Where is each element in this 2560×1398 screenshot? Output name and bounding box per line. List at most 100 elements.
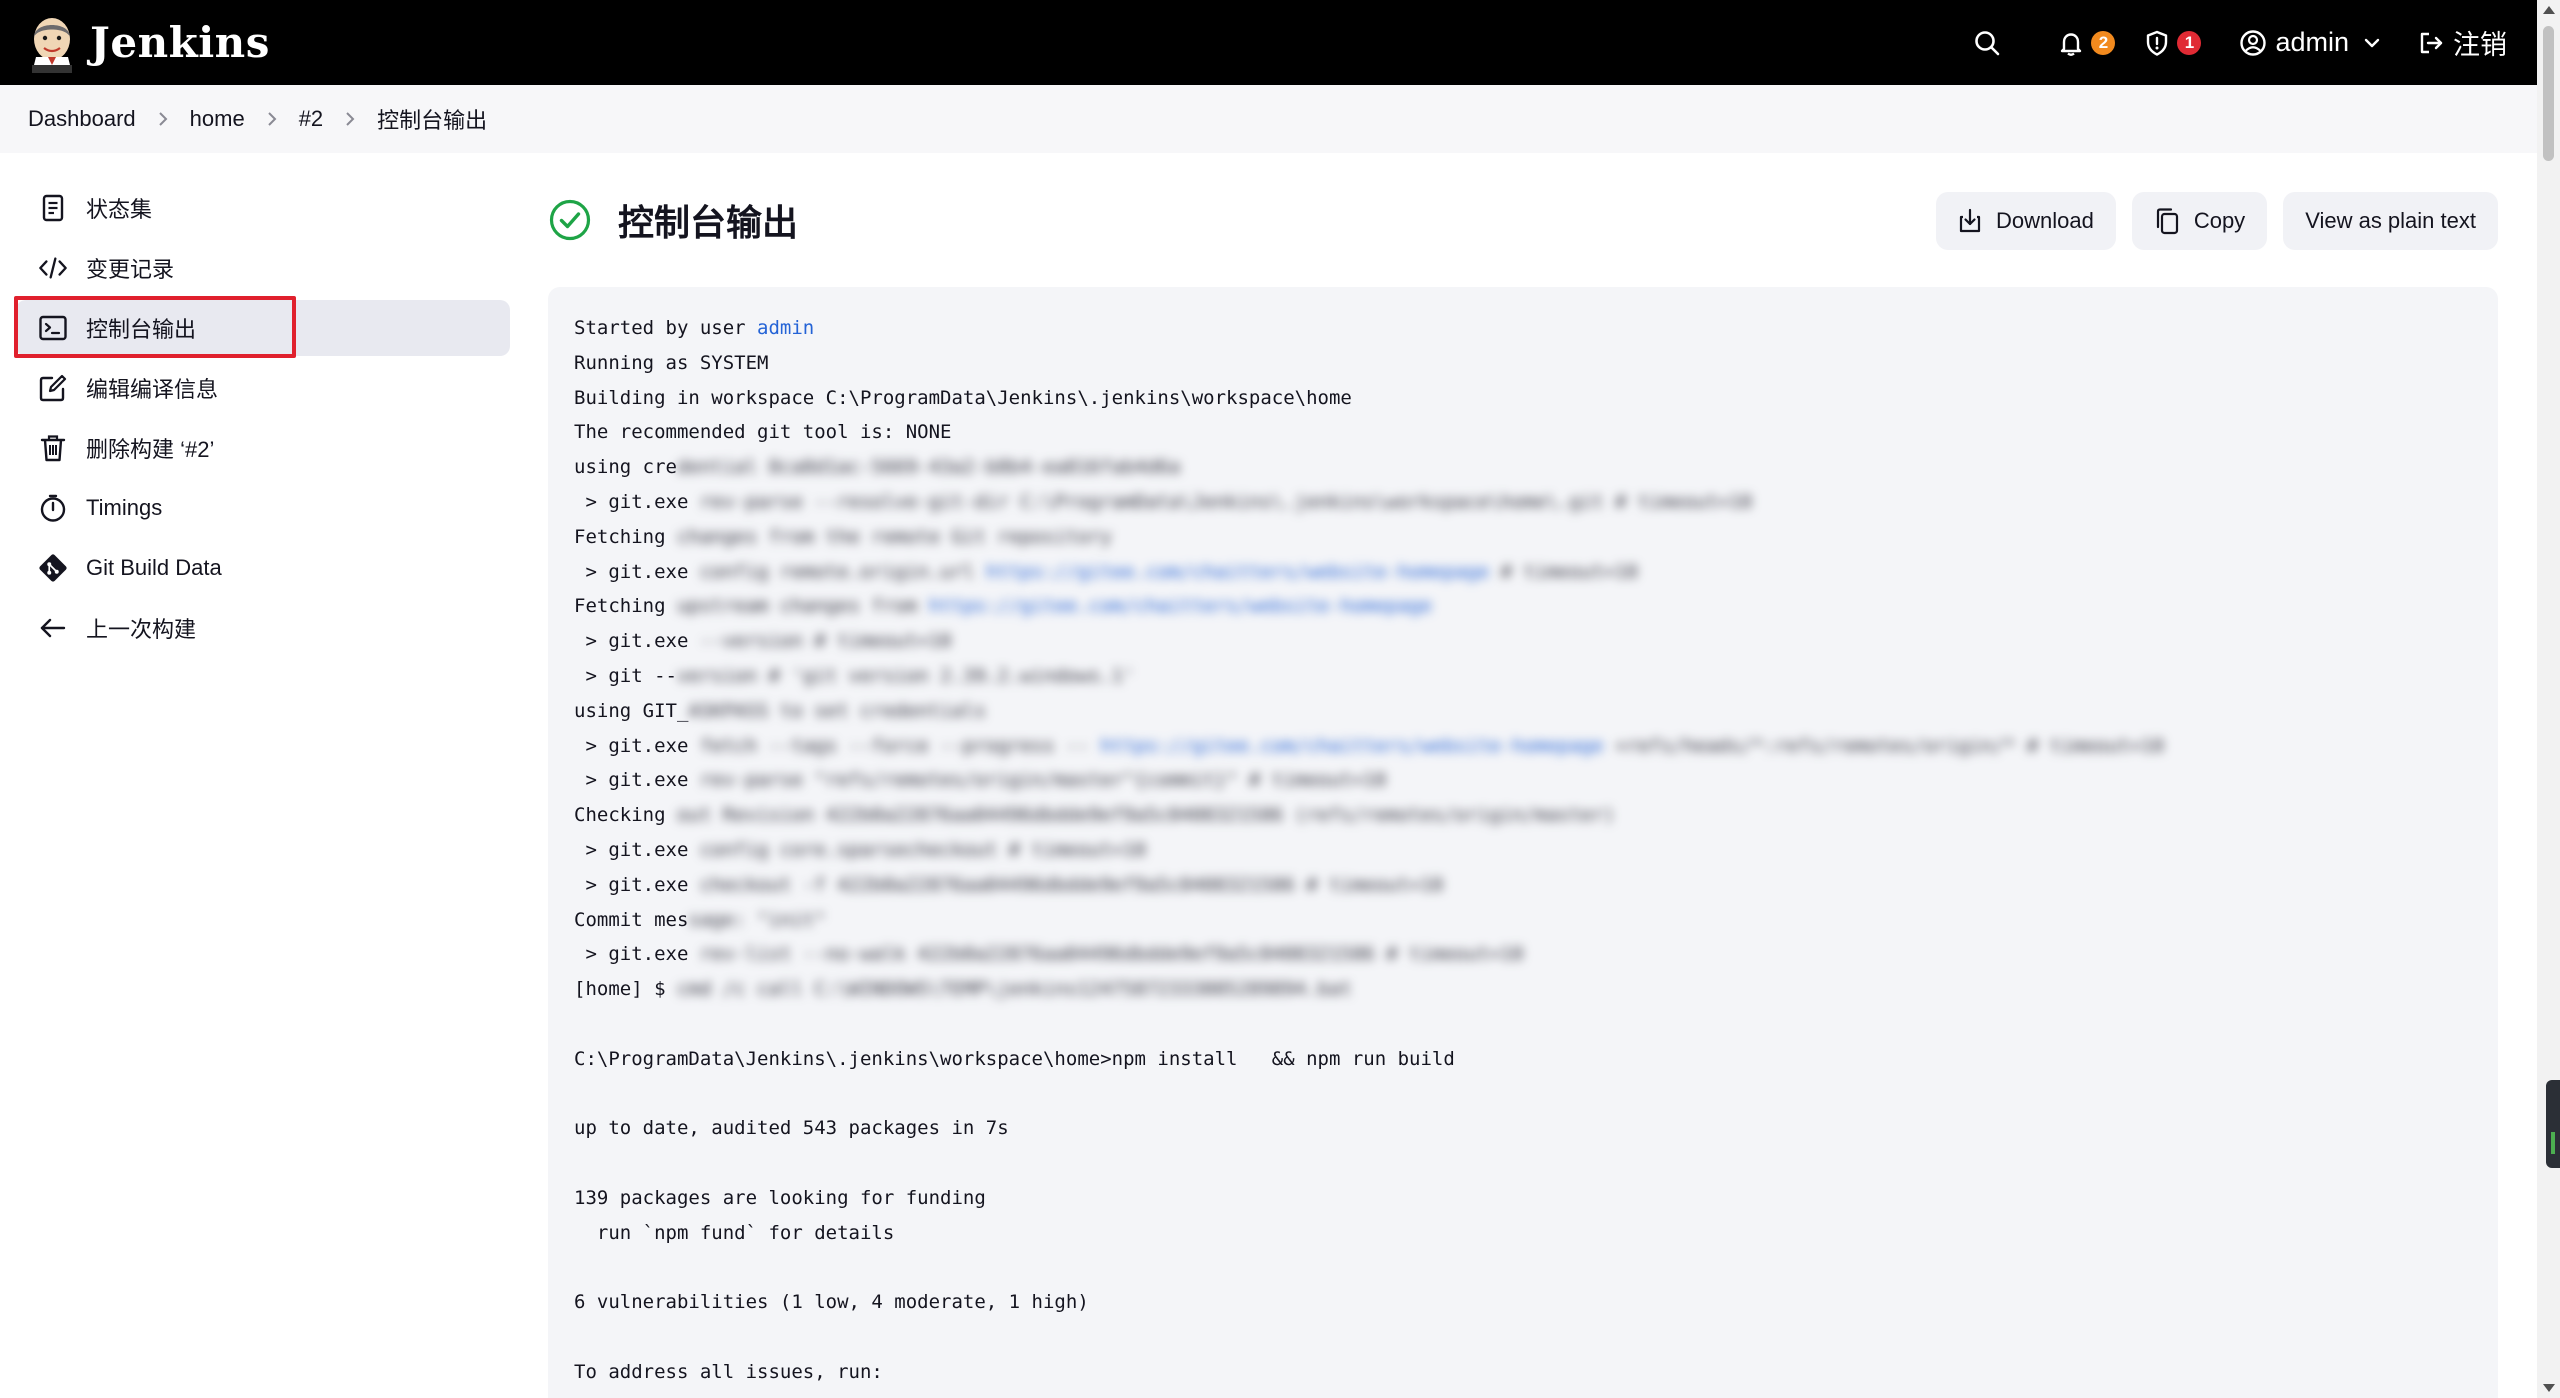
page-scrollbar[interactable] [2537, 0, 2560, 1398]
breadcrumb-dashboard[interactable]: Dashboard [28, 106, 136, 132]
sidebar-item-timings[interactable]: Timings [16, 480, 510, 536]
brand[interactable]: Jenkins [28, 0, 270, 85]
console-line: > git.exe --version # timeout=10 [574, 624, 2472, 659]
console-blurred-link[interactable]: https://gitee.com/chaitters/website-home… [929, 595, 1432, 617]
console-blurred-text: rev-parse --resolve-git-dir C:\ProgramDa… [688, 490, 1753, 513]
sidebar: 状态集 变更记录 控制台输出 编辑编译信息 删除构建 ‘#2’ Timings [14, 180, 510, 660]
console-line: Fetching changes from the remote Git rep… [574, 520, 2472, 555]
console-text: > git.exe [574, 630, 689, 653]
sidebar-item-previous-build[interactable]: 上一次构建 [16, 600, 510, 656]
console-text: Checking [574, 804, 677, 827]
breadcrumb-home[interactable]: home [190, 106, 245, 132]
console-blurred-text: fetch --tags --force --progress -- [688, 734, 1101, 757]
console-line: Fetching upstream changes from https://g… [574, 589, 2472, 624]
edit-icon [38, 373, 68, 403]
sidebar-item-git-build-data[interactable]: Git Build Data [16, 540, 510, 596]
console-line: using credential 8ca8d1ac-5669-43a2-b8b4… [574, 450, 2472, 485]
console-line: 139 packages are looking for funding [574, 1181, 2472, 1216]
scroll-up-arrow-icon[interactable] [2543, 6, 2555, 14]
page-title: 控制台输出 [618, 202, 799, 243]
console-blurred-text: ASKPASS to set credentials [688, 699, 986, 722]
breadcrumb-console[interactable]: 控制台输出 [377, 103, 487, 135]
console-text: [home] $ [574, 978, 677, 1001]
console-text: > git.exe [574, 734, 689, 757]
console-line: Running as SYSTEM [574, 346, 2472, 381]
console-line: > git.exe rev-parse "refs/remotes/origin… [574, 763, 2472, 798]
copy-label: Copy [2193, 208, 2246, 233]
trash-icon [38, 433, 68, 463]
console-blurred-link[interactable]: https://gitee.com/chaitters/website-home… [1100, 735, 1603, 757]
sidebar-item-label: 控制台输出 [86, 317, 197, 342]
console-text: The recommended git tool is: NONE [574, 421, 952, 444]
console-blurred-text: --version # timeout=10 [688, 630, 952, 653]
sidebar-item-label: 删除构建 ‘#2’ [86, 437, 215, 462]
console-text: Building in workspace C:\ProgramData\Jen… [574, 386, 1352, 409]
scroll-thumb[interactable] [2543, 26, 2554, 161]
sidebar-item-console-output[interactable]: 控制台输出 [14, 296, 510, 358]
username: admin [2275, 27, 2349, 57]
sidebar-item-label: Git Build Data [86, 555, 222, 580]
console-text: Started by user [574, 317, 758, 339]
console-line: The recommended git tool is: NONE [574, 415, 2472, 450]
console-blurred-text: cmd /c call C:\WINDOWS\TEMP\jenkins12475… [676, 978, 1352, 1001]
arrow-left-icon [38, 613, 68, 643]
notifications-button[interactable]: 2 [2057, 0, 2116, 85]
console-text: > git -- [574, 664, 677, 687]
console-line: run `npm fund` for details [574, 1216, 2472, 1251]
download-label: Download [1995, 208, 2094, 233]
console-line: > git.exe config remote.origin.url https… [574, 555, 2472, 590]
console-blurred-text: config core.sparsecheckout # timeout=10 [688, 838, 1146, 861]
chevron-right-icon [265, 110, 279, 128]
console-user-link[interactable]: admin [757, 317, 814, 339]
search-icon [1975, 30, 2000, 55]
scroll-down-arrow-icon[interactable] [2543, 1384, 2555, 1392]
sidebar-item-status[interactable]: 状态集 [16, 180, 510, 236]
console-blurred-text: sage: "init" [688, 908, 826, 931]
console-text: > git.exe [574, 490, 689, 513]
console-text: Fetching [574, 595, 677, 618]
code-icon [38, 253, 68, 283]
chevron-down-icon [2364, 38, 2380, 47]
sidebar-item-label: 编辑编译信息 [86, 377, 219, 402]
sidebar-item-edit-build-info[interactable]: 编辑编译信息 [16, 360, 510, 416]
user-circle-icon [2240, 29, 2267, 56]
console-text: To address all issues, run: [574, 1360, 883, 1383]
logout-button[interactable]: 注销 [2417, 0, 2507, 85]
sidebar-item-label: 变更记录 [86, 257, 175, 282]
floating-side-widget[interactable] [2546, 1080, 2560, 1168]
console-blurred-text: checkout -f 422b0a22876aa04496dbdde9ef9a… [688, 873, 1444, 896]
search-button[interactable] [1973, 0, 2001, 85]
view-plain-text-button[interactable]: View as plain text [2283, 192, 2498, 250]
page-heading: 控制台输出 [548, 194, 798, 246]
security-button[interactable]: 1 [2143, 0, 2202, 85]
sidebar-item-delete-build[interactable]: 删除构建 ‘#2’ [16, 420, 510, 476]
console-text: > git.exe [574, 560, 689, 583]
console-line: > git --version # 'git version 2.39.2.wi… [574, 659, 2472, 694]
sidebar-item-changes[interactable]: 变更记录 [16, 240, 510, 296]
brand-name: Jenkins [90, 18, 270, 67]
console-line: > git.exe rev-list --no-walk 422b0a22876… [574, 937, 2472, 972]
sidebar-item-label: 状态集 [86, 197, 153, 222]
breadcrumb-build[interactable]: #2 [299, 106, 323, 132]
console-blurred-text: version # 'git version 2.39.2.windows.1' [676, 664, 1135, 687]
console-line: 6 vulnerabilities (1 low, 4 moderate, 1 … [574, 1285, 2472, 1320]
console-blurred-link[interactable]: https://gitee.com/chaitters/website-home… [986, 561, 1489, 583]
console-text: 6 vulnerabilities (1 low, 4 moderate, 1 … [574, 1291, 1089, 1314]
breadcrumb: Dashboard home #2 控制台输出 [0, 85, 2537, 153]
copy-button[interactable]: Copy [2131, 192, 2268, 250]
console-blurred-text: +refs/heads/*:refs/remotes/origin/* # ti… [1603, 734, 2165, 757]
download-button[interactable]: Download [1935, 192, 2116, 250]
user-menu[interactable]: admin [2239, 0, 2383, 85]
console-text: Fetching [574, 525, 677, 548]
console-line: up to date, audited 543 packages in 7s [574, 1111, 2472, 1146]
console-blurred-text: out Revision 422b0a22876aa04496dbdde9ef9… [676, 804, 1615, 827]
console-blurred-text: # timeout=10 [1489, 560, 1638, 583]
logout-icon [2420, 32, 2443, 53]
console-line: Building in workspace C:\ProgramData\Jen… [574, 381, 2472, 416]
download-icon [1958, 208, 1982, 234]
console-blurred-text: rev-list --no-walk 422b0a22876aa04496dbd… [688, 943, 1524, 966]
console-blurred-text: config remote.origin.url [688, 560, 986, 583]
